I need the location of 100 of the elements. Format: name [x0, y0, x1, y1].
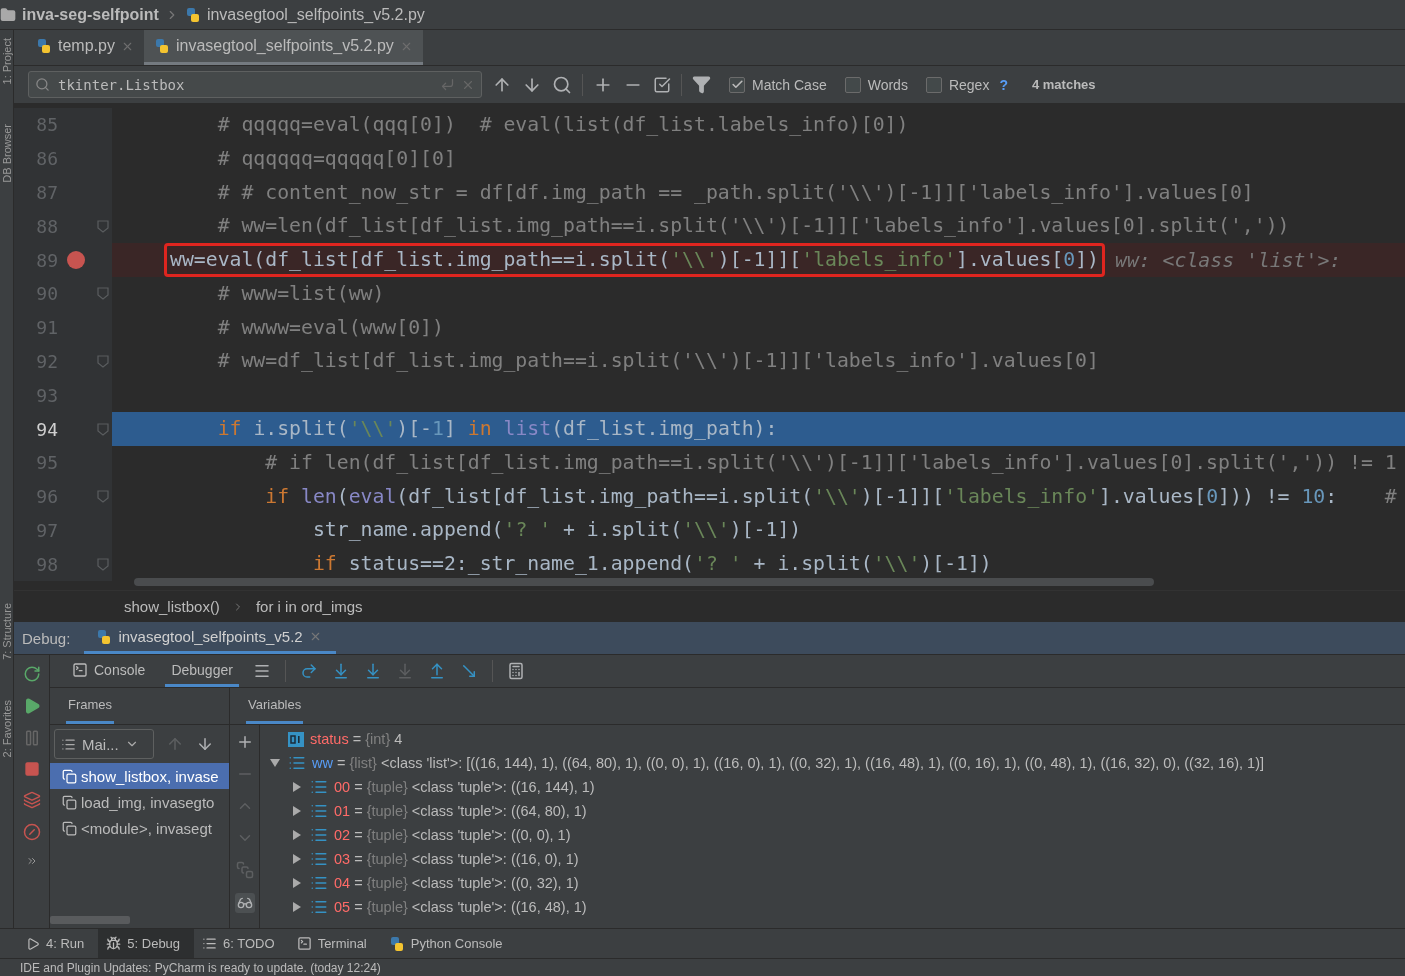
variable-entry[interactable]: 02 = {tuple} <class 'tuple'>: ((0, 0), 1): [334, 827, 571, 843]
list-type-icon: [288, 754, 306, 772]
breadcrumb-item[interactable]: for i in ord_imgs: [255, 598, 363, 615]
frame-item[interactable]: show_listbox, invase: [50, 763, 229, 789]
expand-triangle-icon[interactable]: [292, 806, 302, 816]
pane-tab[interactable]: Variables: [246, 688, 304, 724]
code-line: # qqqqqq=qqqqq[0][0]: [216, 145, 457, 172]
tool-window-button[interactable]: Python Console: [380, 929, 517, 958]
frame-icon: [62, 794, 77, 810]
variable-entry[interactable]: ww = {list} <class 'list'>: [((16, 144), 1), ((64, 80), 1), ((0, 0), 1), ((16, 0), 1), ((0, 32), 1), ((16, 48), 1), ((0, 16), 1), ((0, 48), 1), ((16, 32), 0), ((32, 16), 1)]: [312, 755, 1264, 771]
tool-window-label[interactable]: 2: Favorites: [0, 700, 13, 758]
stop-icon[interactable]: [23, 761, 40, 777]
variable-entry[interactable]: status = {int} 4: [310, 731, 403, 747]
tool-window-button[interactable]: 4: Run: [18, 929, 99, 958]
editor-tab[interactable]: invasegtool_selfpoints_v5.2.py: [143, 30, 423, 65]
line-number: 94: [35, 418, 58, 440]
more-icon[interactable]: [25, 855, 38, 867]
calculator-icon[interactable]: [506, 662, 525, 680]
tool-window-label[interactable]: 7: Structure: [0, 603, 13, 660]
glasses-icon[interactable]: [234, 893, 255, 913]
tool-window-label[interactable]: 1: Project: [0, 38, 13, 85]
fold-icon[interactable]: [97, 354, 109, 368]
fold-icon[interactable]: [97, 422, 109, 436]
expand-triangle-icon[interactable]: [292, 878, 302, 888]
panel-title: Debug:: [22, 628, 71, 649]
rerun-icon[interactable]: [22, 665, 41, 683]
frame-item[interactable]: <module>, invasegt: [50, 815, 229, 841]
code-line: str_name.append('? ' + i.split('\\')[-1]): [311, 517, 803, 544]
tool-window-button[interactable]: 6: TODO: [194, 929, 289, 958]
code-line: if i.split('\\')[-1] in list(df_list.img_path):: [216, 416, 779, 443]
variable-entry[interactable]: 05 = {tuple} <class 'tuple'>: ((16, 48), 1): [334, 899, 587, 915]
help-link[interactable]: ?: [999, 76, 1008, 93]
debug-tab[interactable]: Debugger: [165, 655, 239, 687]
play-icon: [26, 936, 40, 951]
fold-icon[interactable]: [97, 557, 109, 571]
thread-dropdown[interactable]: Mai...: [54, 729, 154, 759]
folder-icon: [0, 6, 16, 23]
search-icon[interactable]: [552, 74, 572, 95]
menu-icon[interactable]: [252, 662, 271, 680]
scrollbar[interactable]: [50, 916, 130, 924]
debug-tab[interactable]: Console: [66, 655, 152, 687]
match-count: 4 matches: [1031, 77, 1096, 92]
mute-breakpoints-icon[interactable]: [22, 823, 41, 841]
fold-icon[interactable]: [97, 219, 109, 233]
newline-icon[interactable]: [440, 77, 455, 92]
python-icon: [388, 935, 405, 952]
pane-tab[interactable]: Frames: [66, 688, 115, 724]
breadcrumb-item[interactable]: show_listbox(): [124, 598, 220, 615]
checkbox[interactable]: [925, 76, 942, 93]
bug-icon: [106, 936, 122, 951]
terminal-icon: [296, 936, 312, 951]
filter-icon[interactable]: [692, 75, 711, 94]
checkbox[interactable]: [844, 76, 861, 93]
variable-entry[interactable]: 03 = {tuple} <class 'tuple'>: ((16, 0), 1): [334, 851, 579, 867]
scrollbar[interactable]: [134, 578, 1154, 586]
tool-window-label[interactable]: DB Browser: [0, 124, 13, 184]
inline-value-hint: ww: <class 'list'>:: [1115, 248, 1342, 272]
editor-tab[interactable]: temp.py: [26, 30, 144, 65]
search-field[interactable]: tkinter.Listbox: [28, 71, 482, 98]
variable-entry[interactable]: 04 = {tuple} <class 'tuple'>: ((0, 32), 1): [334, 875, 579, 891]
status-message: IDE and Plugin Updates: PyCharm is ready to update. (today 12:24): [20, 960, 381, 975]
breakpoint-icon[interactable]: [67, 251, 85, 270]
expand-triangle-icon[interactable]: [292, 854, 302, 864]
arrow-down-icon[interactable]: [196, 735, 214, 753]
variable-entry[interactable]: 01 = {tuple} <class 'tuple'>: ((64, 80), 1): [334, 803, 587, 819]
python-file-icon: [36, 38, 52, 54]
search-input[interactable]: tkinter.Listbox: [56, 75, 434, 94]
checkbox-icon[interactable]: [653, 75, 671, 94]
code-line: if status==2:_str_name_1.append('? ' + i.split('\\')[-1]): [311, 551, 993, 578]
code-line: if len(eval(df_list[df_list.img_path==i.split('\\')[-1]]['labels_info'].values[0])) != 10: #: [264, 483, 1398, 510]
expand-triangle-icon[interactable]: [292, 902, 302, 912]
file-name[interactable]: invasegtool_selfpoints_v5.2.py: [206, 5, 425, 24]
expand-triangle-icon[interactable]: [292, 830, 302, 840]
code-line: # ww=len(df_list[df_list.img_path==i.split('\\')[-1]]['labels_info'].values[0].split(',')): [216, 213, 1291, 240]
python-file-icon: [184, 6, 201, 23]
project-name[interactable]: inva-seg-selfpoint: [22, 5, 159, 24]
list-type-icon: [310, 778, 328, 796]
option-label: Regex: [948, 76, 990, 93]
breakpoints-icon[interactable]: [22, 791, 41, 809]
tool-window-button[interactable]: Terminal: [288, 929, 381, 958]
variable-entry[interactable]: 00 = {tuple} <class 'tuple'>: ((16, 144), 1): [334, 779, 595, 795]
code-line: # if len(df_list[df_list.img_path==i.split('\\')[-1]]['labels_info'].values[0].split(',')) != 1: [264, 449, 1398, 476]
session-tab[interactable]: invasegtool_selfpoints_v5.2: [84, 622, 336, 654]
fold-icon[interactable]: [97, 287, 109, 301]
step-over-icon[interactable]: [299, 662, 318, 680]
frame-item[interactable]: load_img, invasegto: [50, 789, 229, 815]
code-line: # wwww=eval(www[0]): [216, 314, 445, 341]
fold-icon[interactable]: [97, 490, 109, 504]
copy-icon[interactable]: [235, 861, 254, 879]
checkbox[interactable]: [729, 76, 745, 93]
tool-window-button[interactable]: 5: Debug: [98, 929, 195, 958]
option-label: Match Case: [752, 76, 827, 93]
expand-triangle-icon[interactable]: [292, 782, 302, 792]
search-icon: [35, 77, 50, 92]
collapse-triangle-icon[interactable]: [270, 758, 280, 768]
list-icon: [202, 936, 218, 951]
code-line: # qqqqq=eval(qqq[0]) # eval(list(df_list.labels_info)[0]): [216, 111, 910, 138]
list-icon: [61, 736, 76, 752]
list-type-icon: [310, 850, 328, 868]
python-file-icon: [153, 38, 170, 54]
